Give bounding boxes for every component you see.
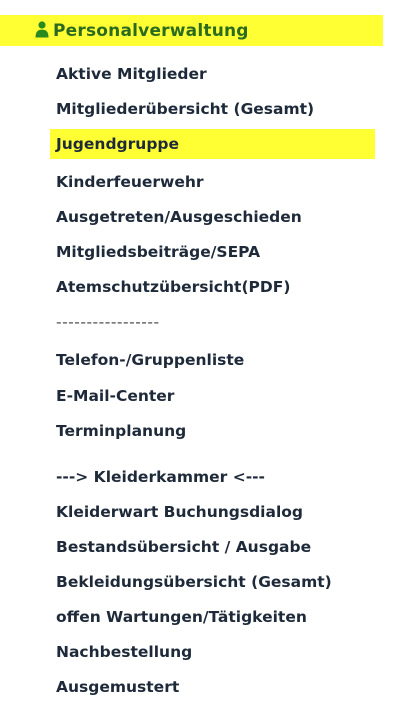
- menu-item-ausgemustert[interactable]: Ausgemustert: [56, 672, 179, 702]
- menu-item-bekleidungsuebersicht-gesamt[interactable]: Bekleidungsübersicht (Gesamt): [56, 567, 332, 597]
- menu-item-offen-wartungen-taetigkeiten[interactable]: offen Wartungen/Tätigkeiten: [56, 602, 307, 632]
- menu-item-kleiderwart-buchungsdialog[interactable]: Kleiderwart Buchungsdialog: [56, 497, 303, 527]
- menu-item-bestandsuebersicht-ausgabe[interactable]: Bestandsübersicht / Ausgabe: [56, 532, 311, 562]
- menu-item-aktive-mitglieder[interactable]: Aktive Mitglieder: [56, 59, 207, 89]
- menu-item-ausgetreten-ausgeschieden[interactable]: Ausgetreten/Ausgeschieden: [56, 202, 302, 232]
- menu-item-email-center[interactable]: E-Mail-Center: [56, 381, 174, 411]
- menu-separator: -----------------: [56, 313, 160, 331]
- menu-item-atemschutzuebersicht-pdf[interactable]: Atemschutzübersicht(PDF): [56, 272, 290, 302]
- menu-item-telefon-gruppenliste[interactable]: Telefon-/Gruppenliste: [56, 345, 244, 375]
- menu-item-nachbestellung[interactable]: Nachbestellung: [56, 637, 192, 667]
- menu-item-terminplanung[interactable]: Terminplanung: [56, 416, 186, 446]
- menu-section-kleiderkammer: ---> Kleiderkammer <---: [56, 468, 265, 486]
- personal-menu-list: Aktive Mitglieder Mitgliederübersicht (G…: [0, 0, 403, 705]
- menu-item-jugendgruppe[interactable]: Jugendgruppe: [50, 129, 375, 159]
- menu-item-mitgliedsbeitraege-sepa[interactable]: Mitgliedsbeiträge/SEPA: [56, 237, 260, 267]
- menu-item-kinderfeuerwehr[interactable]: Kinderfeuerwehr: [56, 167, 204, 197]
- menu-item-mitgliederuebersicht-gesamt[interactable]: Mitgliederübersicht (Gesamt): [56, 94, 314, 124]
